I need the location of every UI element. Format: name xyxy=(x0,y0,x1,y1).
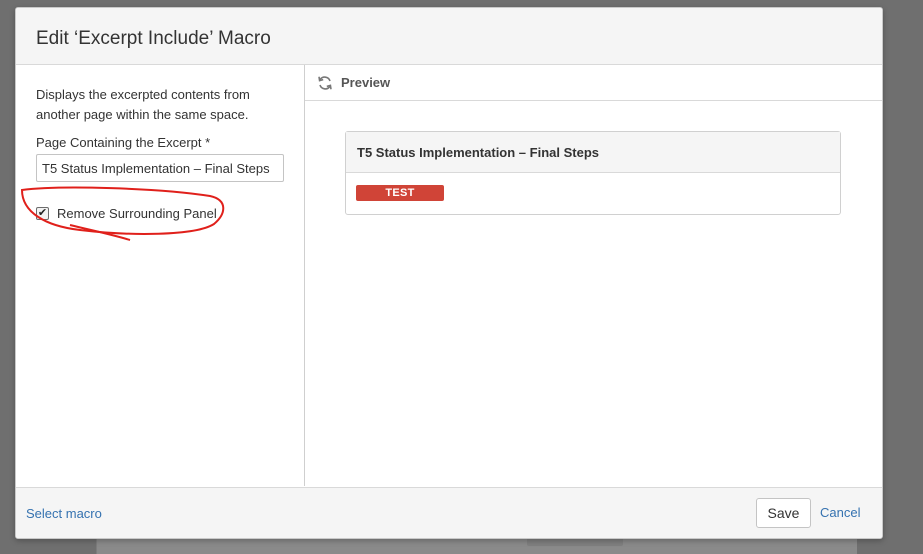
macro-description: Displays the excerpted contents from ano… xyxy=(36,87,250,122)
macro-parameters-pane: Displays the excerpted contents from ano… xyxy=(16,65,305,486)
save-button[interactable]: Save xyxy=(756,498,811,528)
dialog-title: Edit ‘Excerpt Include’ Macro xyxy=(36,28,271,49)
macro-edit-dialog: Edit ‘Excerpt Include’ Macro Displays th… xyxy=(15,7,883,539)
dialog-footer: Select macro Save Cancel xyxy=(16,487,882,538)
checkbox-label: Remove Surrounding Panel xyxy=(57,205,217,221)
excerpt-preview-panel: T5 Status Implementation – Final Steps T… xyxy=(345,131,841,215)
select-macro-link[interactable]: Select macro xyxy=(26,506,102,521)
status-badge: TEST xyxy=(356,185,444,201)
preview-pane: Preview T5 Status Implementation – Final… xyxy=(305,65,882,486)
cancel-link[interactable]: Cancel xyxy=(820,505,860,520)
page-field-label: Page Containing the Excerpt * xyxy=(36,135,211,150)
refresh-icon[interactable] xyxy=(317,75,333,91)
remove-surrounding-panel-checkbox[interactable]: ✔ xyxy=(36,206,49,220)
dialog-header: Edit ‘Excerpt Include’ Macro xyxy=(16,8,882,65)
preview-label: Preview xyxy=(341,75,391,90)
preview-panel-title: T5 Status Implementation – Final Steps xyxy=(346,132,840,173)
remove-surrounding-panel-option[interactable]: ✔ Remove Surrounding Panel xyxy=(36,203,217,223)
page-containing-excerpt-input[interactable] xyxy=(36,154,284,182)
preview-toolbar: Preview xyxy=(305,65,882,101)
